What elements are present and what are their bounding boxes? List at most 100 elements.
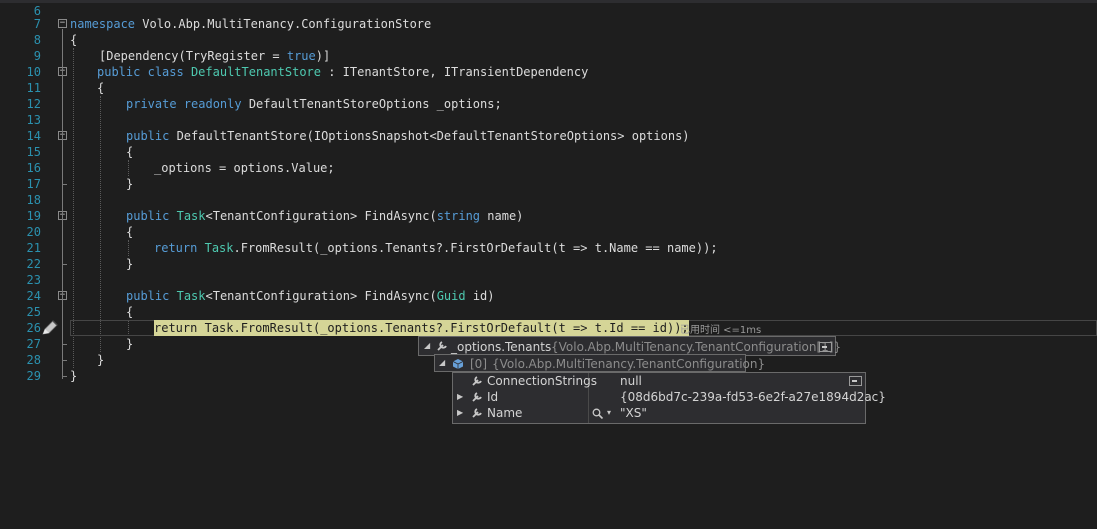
line-number: 13 [26, 113, 41, 127]
code-text: .FromResult(_options.Tenants?.FirstOrDef… [233, 321, 689, 335]
line-number: 7 [33, 17, 41, 31]
wrench-icon [437, 341, 447, 351]
line-number: 18 [26, 193, 41, 207]
code-text: <TenantConfiguration> FindAsync( [205, 289, 437, 303]
code-text: name) [480, 209, 524, 223]
expand-down-icon[interactable]: ◢ [439, 355, 445, 371]
code-line-14: public DefaultTenantStore(IOptionsSnapsh… [126, 128, 690, 144]
code-text: DefaultTenantStore(IOptionsSnapshot<Defa… [169, 129, 690, 143]
magnifier-icon[interactable] [592, 408, 604, 419]
type-name: Guid [436, 289, 466, 303]
type-name: Task [176, 289, 206, 303]
datatip-property-row[interactable]: ▶ ConnectionStrings null [453, 373, 865, 401]
datatip-property-row[interactable]: Name ▾ "XS" [453, 405, 849, 421]
keyword: return [154, 321, 198, 335]
code-line-12: private readonly DefaultTenantStoreOptio… [126, 96, 502, 112]
line-number: 26 [26, 321, 41, 335]
datatip-item[interactable]: ◢ [0] {Volo.Abp.MultiTenancy.TenantConfi… [434, 354, 765, 372]
collapse-icon[interactable]: − [58, 19, 67, 28]
outline-end [62, 184, 67, 185]
pin-icon[interactable] [849, 376, 862, 386]
property-name[interactable]: ConnectionStrings [487, 373, 597, 389]
line-number: 9 [33, 49, 41, 63]
line-number: 19 [26, 209, 41, 223]
code-line-20: { [126, 225, 134, 239]
line-number: 25 [26, 305, 41, 319]
visualizer-dropdown-icon[interactable]: ▾ [607, 405, 611, 421]
indent-guide [128, 240, 129, 256]
code-line-22: } [126, 257, 134, 271]
code-text: [Dependency(TryRegister = [99, 49, 287, 63]
pin-icon[interactable] [819, 342, 832, 352]
outline-end [62, 360, 67, 361]
type-name: Task [176, 209, 206, 223]
variable-name[interactable]: _options.Tenants [451, 339, 551, 355]
type-name: Task [204, 321, 234, 335]
line-number: 15 [26, 145, 41, 159]
code-text: )] [315, 49, 331, 63]
wrench-icon [472, 376, 482, 386]
keyword: public [126, 209, 170, 223]
property-value[interactable]: null [620, 373, 642, 389]
outline-line [62, 29, 63, 379]
code-line-24: public Task<TenantConfiguration> FindAsy… [126, 288, 495, 304]
line-number: 17 [26, 177, 41, 191]
current-statement[interactable]: return Task.FromResult(_options.Tenants?… [154, 320, 689, 336]
line-number: 14 [26, 129, 41, 143]
code-text: Volo.Abp.MultiTenancy.ConfigurationStore [135, 17, 432, 31]
line-number: 24 [26, 289, 41, 303]
line-number: 23 [26, 273, 41, 287]
code-text: : ITenantStore, ITransientDependency [321, 65, 589, 79]
code-line-7: namespace Volo.Abp.MultiTenancy.Configur… [70, 16, 431, 32]
code-line-8: { [70, 33, 78, 47]
expand-down-icon[interactable]: ◢ [424, 338, 430, 354]
datatip-properties[interactable]: ▶ ConnectionStrings null ▶ Id {08d6bd7c-… [452, 372, 886, 424]
line-number: 16 [26, 161, 41, 175]
keyword: private [126, 97, 177, 111]
keyword: public [126, 289, 170, 303]
code-line-10: public class DefaultTenantStore : ITenan… [97, 64, 588, 80]
type-name: DefaultTenantStore [190, 65, 321, 79]
variable-value[interactable]: {Volo.Abp.MultiTenancy.TenantConfigurati… [492, 356, 765, 372]
variable-name[interactable]: [0] [470, 356, 487, 372]
code-line-29: } [70, 369, 78, 383]
property-value[interactable]: "XS" [620, 405, 647, 421]
code-line-11: { [97, 81, 105, 95]
code-text: <TenantConfiguration> FindAsync( [205, 209, 437, 223]
variable-value[interactable]: {Volo.Abp.MultiTenancy.TenantConfigurati… [551, 339, 841, 355]
keyword: true [286, 49, 316, 63]
line-number: 29 [26, 369, 41, 383]
code-editor[interactable]: 6 7 8 9 10 11 12 13 14 15 16 17 18 19 20… [0, 0, 1097, 529]
datatip-property-row[interactable]: ▶ Id {08d6bd7c-239a-fd53-6e2f-a27e1894d2… [453, 389, 886, 417]
outline-end [62, 376, 67, 377]
type-name: Task [204, 241, 234, 255]
line-number: 10 [26, 65, 41, 79]
code-text: DefaultTenantStoreOptions _options; [241, 97, 502, 111]
keyword: public [126, 129, 170, 143]
line-number: 8 [33, 33, 41, 47]
code-line-19: public Task<TenantConfiguration> FindAsy… [126, 208, 523, 224]
property-value[interactable]: {08d6bd7c-239a-fd53-6e2f-a27e1894d2ac} [620, 389, 886, 405]
keyword: string [436, 209, 481, 223]
line-number: 28 [26, 353, 41, 367]
perf-tip[interactable]: 已用时间 <=1ms [680, 321, 761, 336]
object-icon [452, 359, 464, 369]
line-number: 12 [26, 97, 41, 111]
line-number: 21 [26, 241, 41, 255]
indent-guide [100, 96, 101, 352]
wrench-icon [472, 408, 482, 418]
property-name[interactable]: Id [487, 389, 498, 405]
code-text: id) [465, 289, 495, 303]
datatip-root[interactable]: ◢ _options.Tenants {Volo.Abp.MultiTenanc… [418, 336, 841, 356]
outline-end [62, 264, 67, 265]
keyword: readonly [183, 97, 242, 111]
keyword: class [147, 65, 184, 79]
code-text: .FromResult(_options.Tenants?.FirstOrDef… [233, 241, 718, 255]
indent-guide [128, 160, 129, 176]
line-number: 22 [26, 257, 41, 271]
pencil-icon[interactable] [40, 320, 60, 336]
outline-end [62, 344, 67, 345]
code-line-16: _options = options.Value; [154, 161, 335, 175]
property-name[interactable]: Name [487, 405, 522, 421]
code-line-28: } [97, 353, 105, 367]
